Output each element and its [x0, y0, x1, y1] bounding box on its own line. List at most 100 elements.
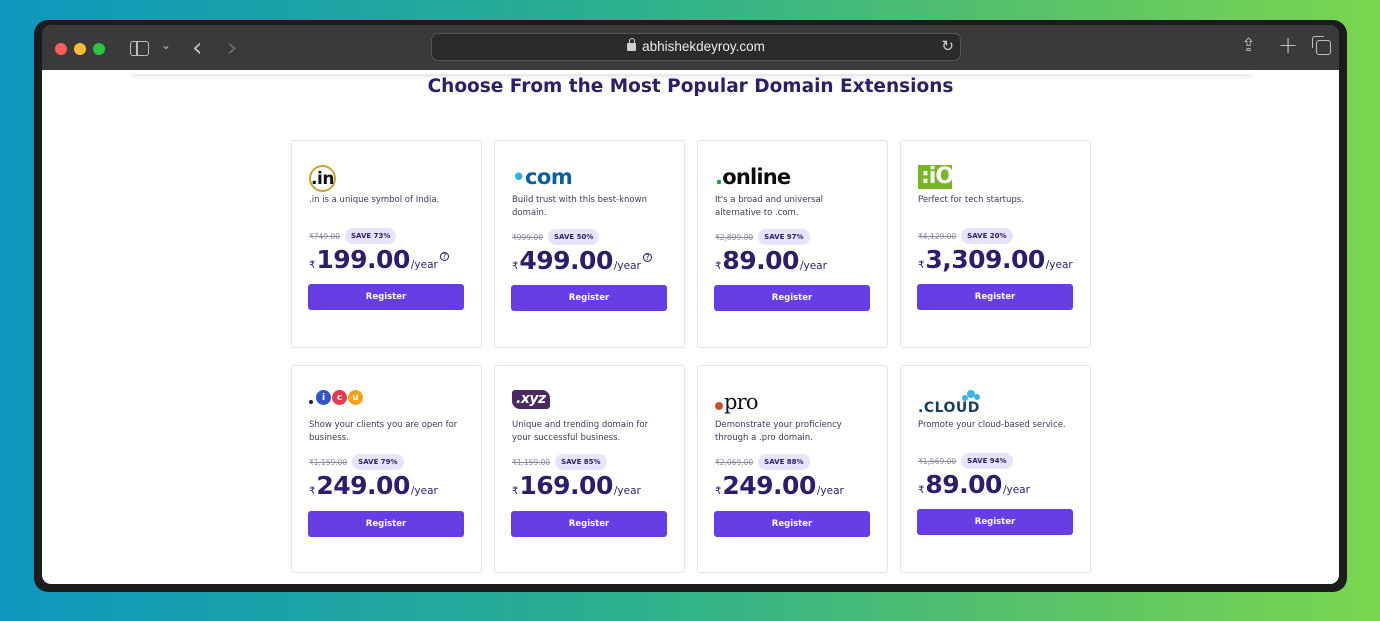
lock-icon: [627, 38, 637, 51]
com-domain-logo: •com: [512, 165, 573, 189]
promo-row: ₹2,899.00 SAVE 97%: [715, 229, 810, 245]
discount-badge: SAVE 50%: [548, 229, 600, 245]
currency-symbol: ₹: [309, 260, 316, 271]
logo-container: .in: [309, 165, 336, 195]
forward-arrow-icon[interactable]: ›: [227, 33, 237, 63]
promo-row: ₹2,069.00 SAVE 88%: [715, 454, 810, 470]
card-description: It's a broad and universal alternative t…: [715, 195, 824, 218]
register-button[interactable]: Register: [511, 285, 667, 311]
price-row: ₹499.00/year?: [512, 246, 652, 275]
price-period: /year: [613, 485, 641, 497]
url-display: abhishekdeyroy.com: [432, 38, 960, 54]
currency-symbol: ₹: [918, 485, 925, 496]
discount-badge: SAVE 94%: [961, 453, 1013, 469]
in-domain-logo: .in: [309, 165, 336, 192]
chevron-down-icon[interactable]: ⌄: [161, 38, 171, 52]
price-amount: 3,309.00: [925, 245, 1045, 274]
discount-badge: SAVE 85%: [555, 454, 607, 470]
currency-symbol: ₹: [715, 261, 722, 272]
register-button[interactable]: Register: [308, 284, 464, 310]
price-period: /year: [1045, 259, 1073, 271]
promo-row: ₹1,569.00 SAVE 94%: [918, 453, 1013, 469]
domain-card: pro Demonstrate your proficiency through …: [697, 365, 888, 573]
sidebar-toggle-icon[interactable]: [130, 41, 149, 56]
price-row: ₹249.00/year: [715, 471, 844, 500]
logo-container: •com: [512, 165, 573, 195]
domain-card: .xyz Unique and trending domain for your …: [494, 365, 685, 573]
icu-domain-logo: icu: [309, 390, 363, 405]
logo-container: .CLOUD: [918, 390, 980, 420]
share-icon[interactable]: ⇪: [1241, 35, 1256, 56]
domain-card: •com Build trust with this best-known dom…: [494, 140, 685, 348]
logo-container: pro: [715, 390, 759, 420]
original-price: ₹749.00: [309, 231, 341, 241]
tab-overview-icon[interactable]: [1312, 36, 1331, 55]
currency-symbol: ₹: [512, 486, 519, 497]
currency-symbol: ₹: [512, 261, 519, 272]
cloud-domain-logo: .CLOUD: [918, 390, 980, 416]
register-button[interactable]: Register: [917, 284, 1073, 310]
original-price: ₹1,159.00: [512, 457, 551, 467]
url-text: abhishekdeyroy.com: [642, 39, 765, 54]
browser-toolbar: ⌄ ‹ › abhishekdeyroy.com ↻ ⇪ +: [42, 25, 1339, 70]
card-description: Promote your cloud-based service.: [918, 420, 1066, 430]
promo-row: ₹1,159.00 SAVE 79%: [309, 454, 404, 470]
price-row: ₹169.00/year: [512, 471, 641, 500]
register-button[interactable]: Register: [511, 511, 667, 537]
register-button[interactable]: Register: [308, 511, 464, 537]
card-description: Build trust with this best-known domain.: [512, 195, 647, 218]
price-amount: 89.00: [722, 246, 799, 275]
back-arrow-icon[interactable]: ‹: [192, 33, 202, 63]
original-price: ₹2,899.00: [715, 232, 754, 242]
register-button[interactable]: Register: [917, 509, 1073, 535]
price-period: /year: [613, 260, 641, 272]
domain-card: .online It's a broad and universal altern…: [697, 140, 888, 348]
card-description: .in is a unique symbol of India.: [309, 195, 440, 205]
price-row: ₹89.00/year: [715, 246, 827, 275]
currency-symbol: ₹: [918, 260, 925, 271]
header-bar-edge: [132, 70, 1250, 74]
discount-badge: SAVE 79%: [352, 454, 404, 470]
domain-card: .in .in is a unique symbol of India. ₹749.…: [291, 140, 482, 348]
domain-card: i c u Show your clients you are open for bu…: [291, 365, 482, 573]
price-amount: 89.00: [925, 470, 1002, 499]
logo-container: .online: [715, 165, 791, 195]
original-price: ₹2,069.00: [715, 457, 754, 467]
online-domain-logo: .online: [715, 165, 791, 189]
discount-badge: SAVE 20%: [961, 228, 1013, 244]
original-price: ₹999.00: [512, 232, 544, 242]
page-title: Choose From the Most Popular Domain Exte…: [427, 76, 954, 97]
promo-row: ₹1,159.00 SAVE 85%: [512, 454, 607, 470]
card-description: Perfect for tech startups.: [918, 195, 1024, 205]
domain-card: .CLOUD Promote your cloud-based service. ₹…: [900, 365, 1091, 573]
register-button[interactable]: Register: [714, 285, 870, 311]
help-icon[interactable]: ?: [439, 252, 449, 261]
price-row: ₹199.00/year?: [309, 245, 449, 274]
promo-row: ₹749.00 SAVE 73%: [309, 228, 397, 244]
card-description: Show your clients you are open for busin…: [309, 420, 458, 443]
minimize-window-button[interactable]: [74, 43, 86, 55]
promo-row: ₹4,129.00 SAVE 20%: [918, 228, 1013, 244]
maximize-window-button[interactable]: [93, 43, 105, 55]
price-period: /year: [410, 485, 438, 497]
currency-symbol: ₹: [309, 486, 316, 497]
price-period: /year: [799, 260, 827, 272]
browser-window: ⌄ ‹ › abhishekdeyroy.com ↻ ⇪ + Choose Fr…: [34, 20, 1347, 592]
price-amount: 249.00: [316, 471, 410, 500]
discount-badge: SAVE 97%: [758, 229, 810, 245]
original-price: ₹1,569.00: [918, 456, 957, 466]
xyz-domain-logo: .xyz: [512, 390, 550, 409]
discount-badge: SAVE 88%: [758, 454, 810, 470]
price-amount: 499.00: [519, 246, 613, 275]
address-bar[interactable]: abhishekdeyroy.com ↻: [431, 33, 961, 61]
discount-badge: SAVE 73%: [345, 228, 397, 244]
original-price: ₹1,159.00: [309, 457, 348, 467]
register-button[interactable]: Register: [714, 511, 870, 537]
price-period: /year: [410, 259, 438, 271]
io-domain-logo: :iO: [918, 165, 954, 189]
price-amount: 249.00: [722, 471, 816, 500]
new-tab-icon[interactable]: +: [1278, 31, 1298, 59]
close-window-button[interactable]: [55, 43, 67, 55]
reload-icon[interactable]: ↻: [941, 37, 954, 55]
help-icon[interactable]: ?: [642, 253, 652, 262]
